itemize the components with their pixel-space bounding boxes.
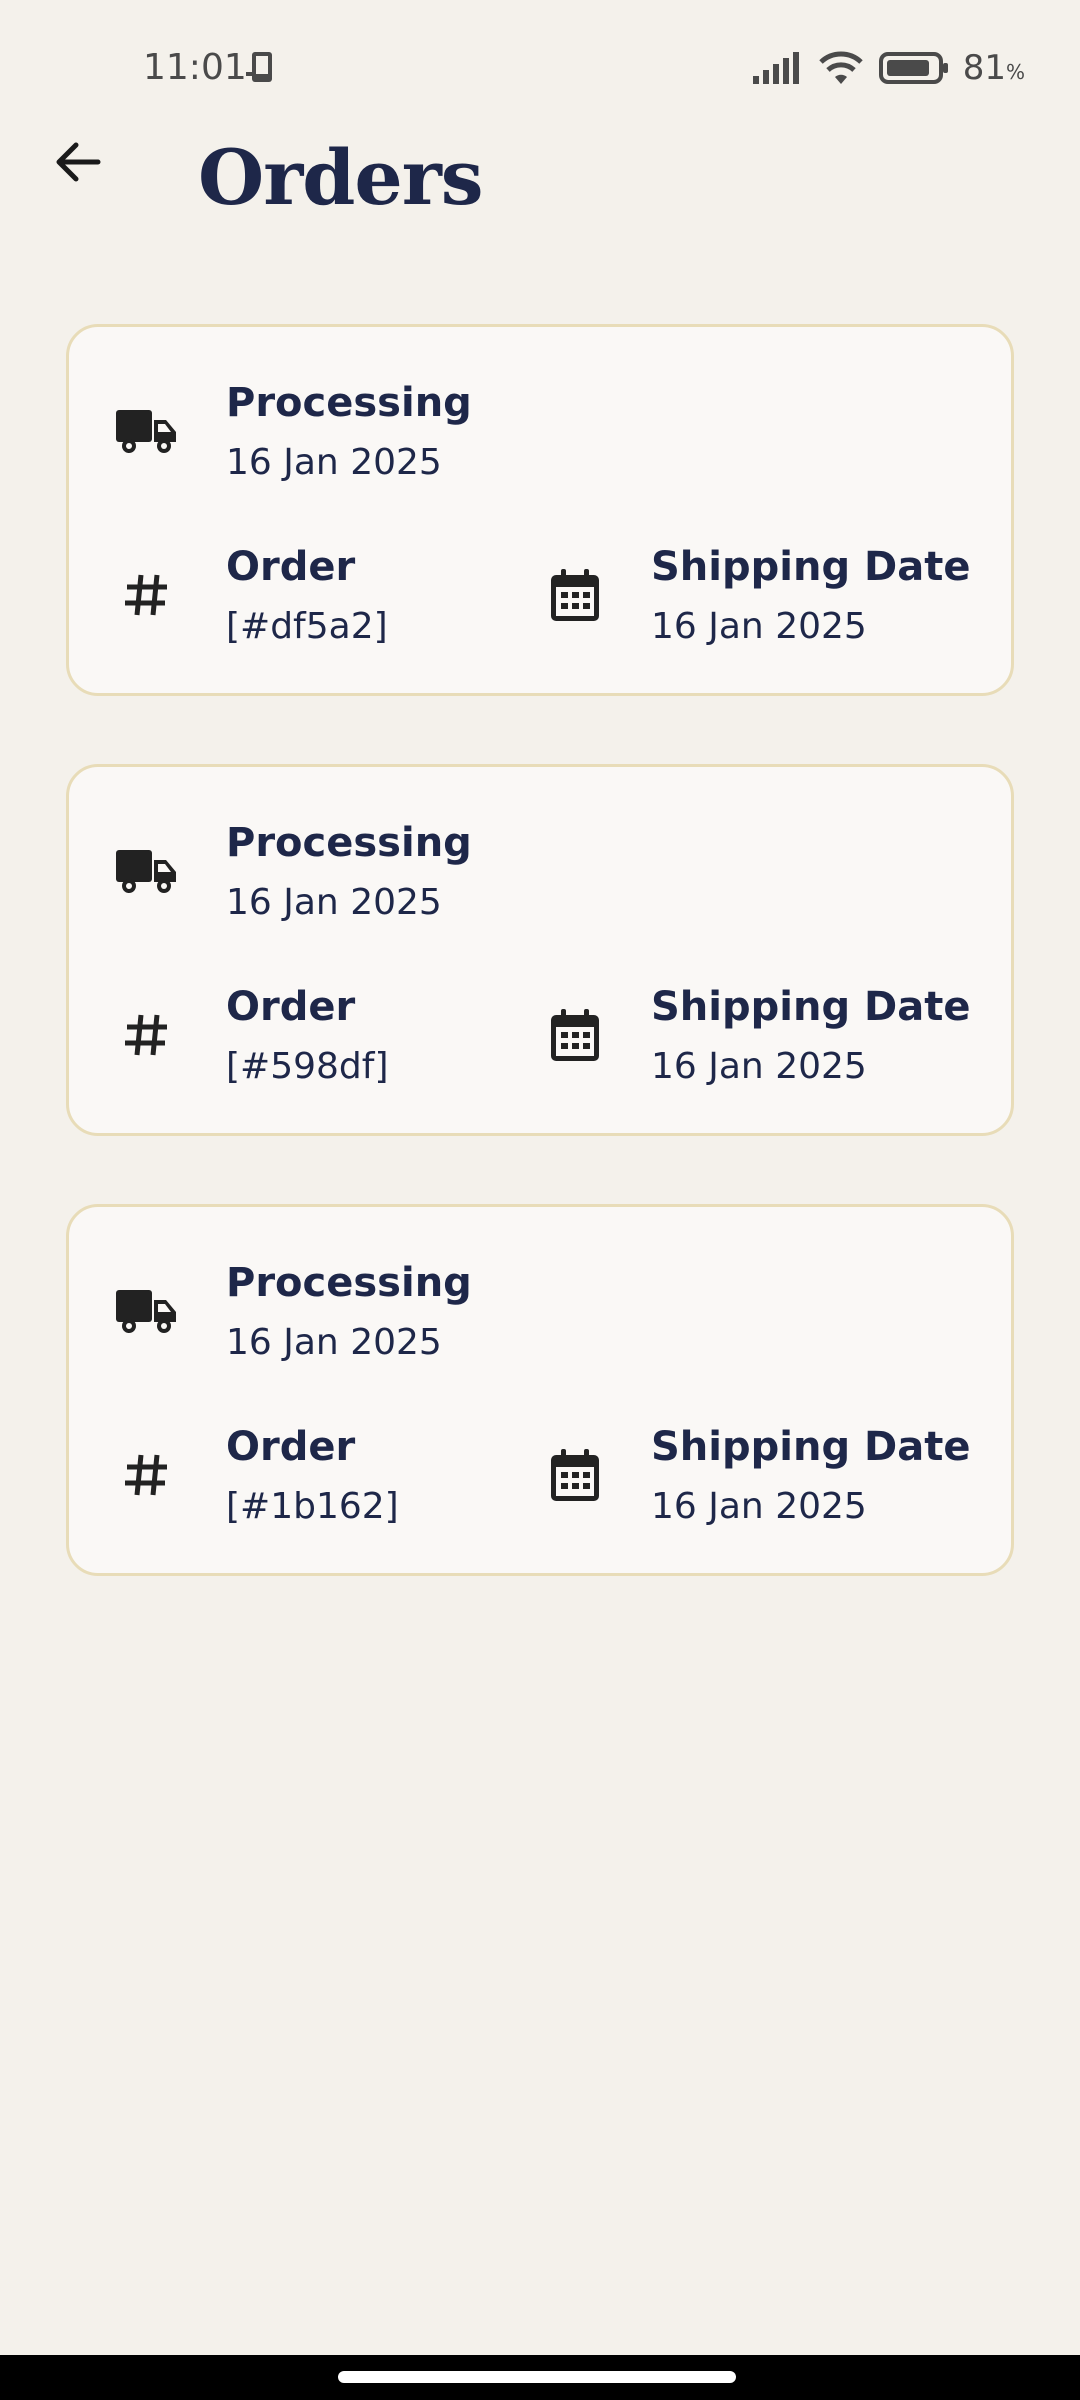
truck-icon	[115, 1279, 179, 1343]
order-number-label: Order	[226, 984, 356, 1030]
home-indicator[interactable]	[338, 2371, 736, 2383]
system-navigation-bar	[0, 2355, 1080, 2400]
shipping-date: 16 Jan 2025	[651, 1486, 867, 1527]
truck-icon	[115, 399, 179, 463]
order-status-date: 16 Jan 2025	[226, 1322, 442, 1363]
device-icon	[244, 50, 280, 86]
order-number: [#598df]	[226, 1046, 389, 1087]
calendar-icon	[543, 563, 607, 627]
orders-list: Processing 16 Jan 2025 Order [#df5a2] Sh…	[66, 324, 1014, 1644]
order-status: Processing	[226, 820, 472, 866]
order-number: [#df5a2]	[226, 606, 388, 647]
order-number-label: Order	[226, 544, 356, 590]
order-status: Processing	[226, 1260, 472, 1306]
page-title: Orders	[198, 133, 484, 222]
hash-icon	[115, 1443, 179, 1507]
shipping-date-label: Shipping Date	[651, 984, 971, 1030]
signal-icon	[752, 52, 803, 84]
shipping-date: 16 Jan 2025	[651, 1046, 867, 1087]
battery-icon	[878, 51, 949, 85]
arrow-left-icon	[52, 136, 104, 188]
calendar-icon	[543, 1003, 607, 1067]
truck-icon	[115, 839, 179, 903]
shipping-date-label: Shipping Date	[651, 544, 971, 590]
shipping-date: 16 Jan 2025	[651, 606, 867, 647]
shipping-date-label: Shipping Date	[651, 1424, 971, 1470]
order-status-date: 16 Jan 2025	[226, 442, 442, 483]
order-card[interactable]: Processing 16 Jan 2025 Order [#598df] Sh…	[66, 764, 1014, 1136]
order-number: [#1b162]	[226, 1486, 399, 1527]
order-card[interactable]: Processing 16 Jan 2025 Order [#1b162] Sh…	[66, 1204, 1014, 1576]
calendar-icon	[543, 1443, 607, 1507]
status-time: 11:01	[143, 47, 247, 88]
order-status-date: 16 Jan 2025	[226, 882, 442, 923]
battery-percentage: 81%	[962, 48, 1025, 88]
back-button[interactable]	[36, 120, 120, 204]
wifi-icon	[817, 50, 865, 86]
order-number-label: Order	[226, 1424, 356, 1470]
order-card[interactable]: Processing 16 Jan 2025 Order [#df5a2] Sh…	[66, 324, 1014, 696]
order-status: Processing	[226, 380, 472, 426]
hash-icon	[115, 1003, 179, 1067]
hash-icon	[115, 563, 179, 627]
status-bar: 11:01 81%	[0, 0, 1080, 135]
